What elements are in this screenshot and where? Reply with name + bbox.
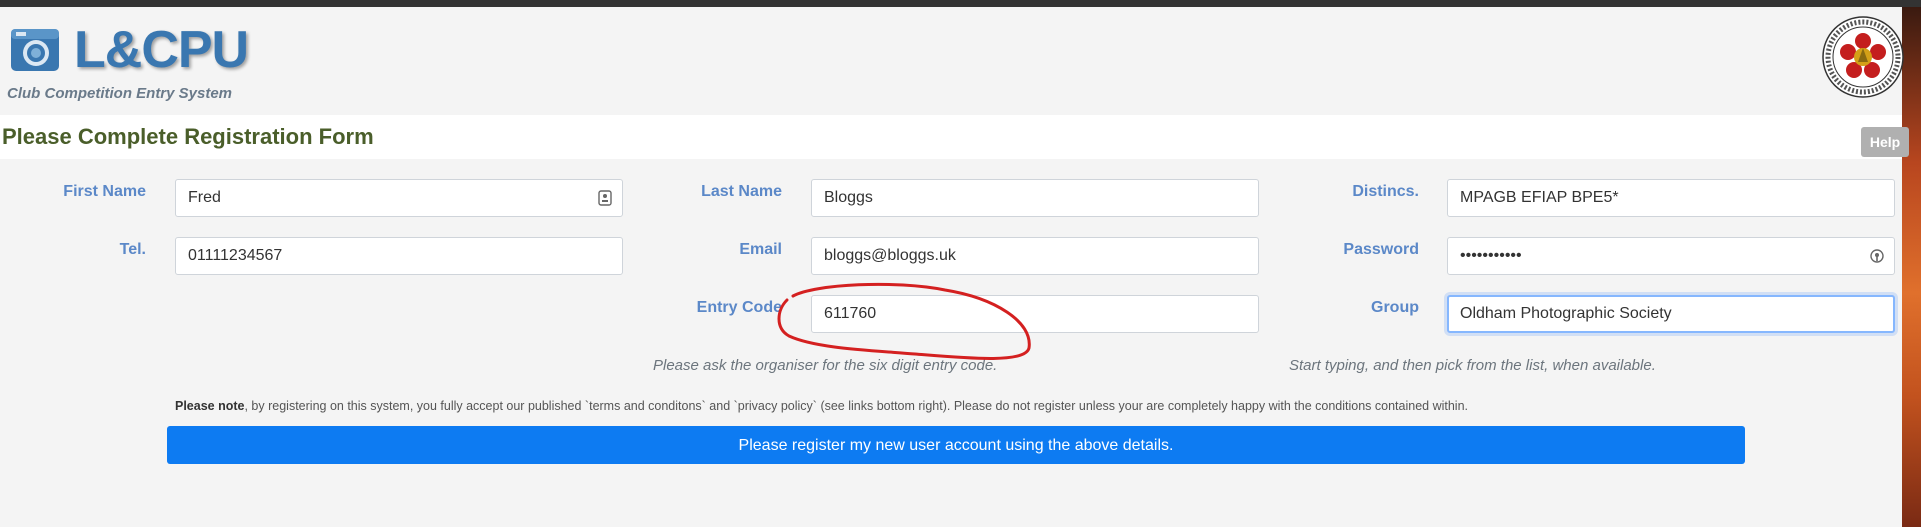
group-field[interactable]: Oldham Photographic Society [1447,295,1895,333]
entry-code-value: 611760 [824,305,877,322]
email-field[interactable]: bloggs@bloggs.uk [811,237,1259,275]
email-value: bloggs@bloggs.uk [824,247,956,264]
camera-icon [11,29,59,71]
entry-code-label: Entry Code [696,299,782,316]
group-hint: Start typing, and then pick from the lis… [1289,357,1656,374]
top-bar [0,0,1921,7]
distincs-label: Distincs. [1352,183,1419,200]
last-name-label: Last Name [701,183,782,200]
distincs-value: MPAGB EFIAP BPE5* [1460,189,1619,206]
tel-value: 01111234567 [188,247,283,264]
email-label: Email [739,241,782,258]
page-title: Please Complete Registration Form [2,124,374,149]
terms-note-bold: Please note [175,399,245,413]
group-label: Group [1371,299,1419,316]
password-value: ••••••••••• [1460,247,1522,264]
background-strip [1902,7,1921,527]
logo-text: L&CPU [74,21,249,79]
entry-code-field[interactable]: 611760 [811,295,1259,333]
register-button[interactable]: Please register my new user account usin… [167,426,1745,464]
password-label: Password [1343,241,1419,258]
first-name-value: Fred [188,189,221,206]
tagline: Club Competition Entry System [7,85,233,102]
help-button[interactable]: Help [1861,127,1909,157]
key-icon[interactable] [1870,248,1884,264]
terms-note: Please note, by registering on this syst… [175,399,1468,413]
terms-note-text: , by registering on this system, you ful… [244,399,1469,413]
distincs-field[interactable]: MPAGB EFIAP BPE5* [1447,179,1895,217]
tel-field[interactable]: 01111234567 [175,237,623,275]
first-name-field[interactable]: Fred [175,179,623,217]
contact-card-icon[interactable] [598,190,612,206]
union-seal-icon [1822,16,1904,98]
last-name-field[interactable]: Bloggs [811,179,1259,217]
first-name-label: First Name [63,183,146,200]
last-name-value: Bloggs [824,189,873,206]
tel-label: Tel. [119,241,146,258]
group-value: Oldham Photographic Society [1460,305,1672,322]
entry-code-hint: Please ask the organiser for the six dig… [653,357,998,374]
password-field[interactable]: ••••••••••• [1447,237,1895,275]
